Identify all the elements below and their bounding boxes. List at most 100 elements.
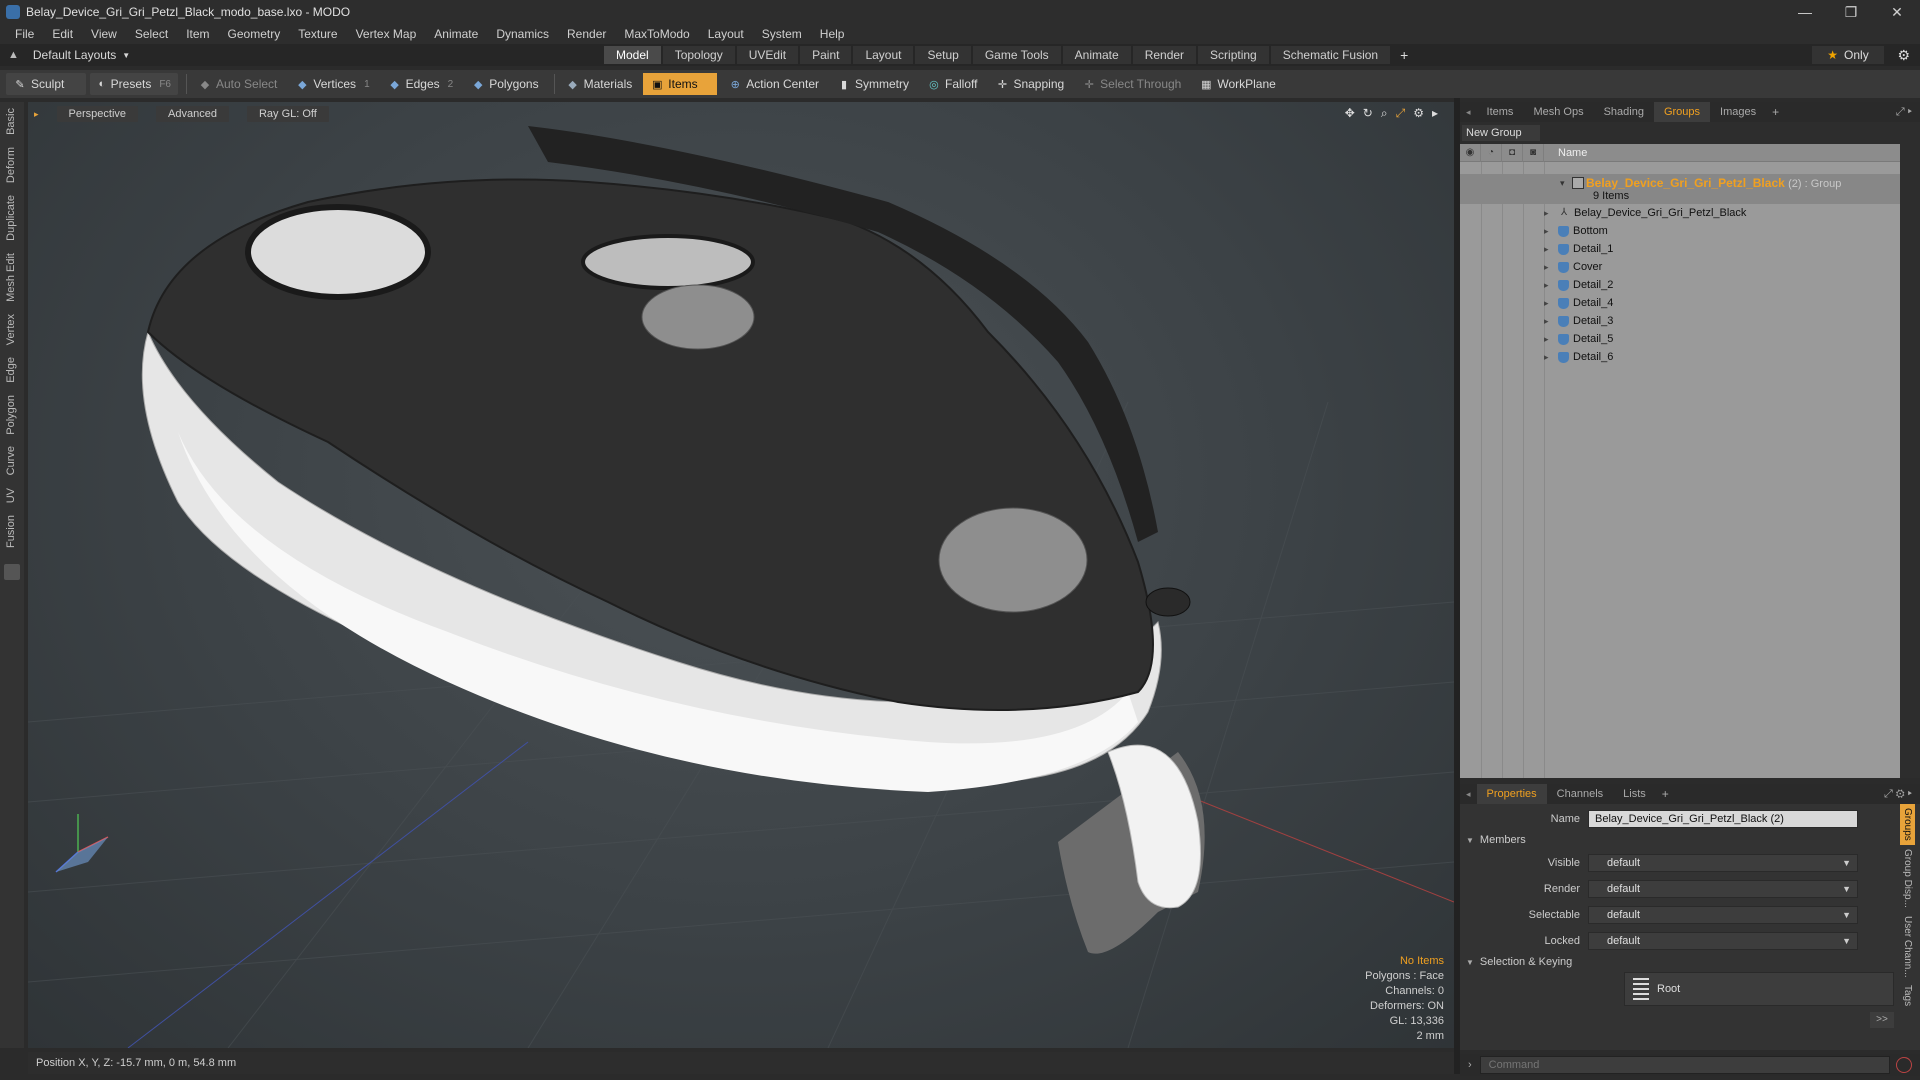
command-history-icon[interactable]: › [1460, 1059, 1480, 1071]
side-tab-group-display[interactable]: Group Disp... [1900, 845, 1915, 912]
snapping-button[interactable]: ✛ Snapping [988, 73, 1071, 95]
visible-select[interactable]: default ▼ [1588, 854, 1858, 872]
menu-item[interactable]: Item [177, 27, 218, 41]
tab-topology[interactable]: Topology [662, 46, 735, 64]
rotate-view-icon[interactable]: ↻ [1363, 106, 1373, 121]
list-item[interactable]: ▸ Detail_4 [1544, 294, 1613, 312]
list-item[interactable]: ▸ Detail_6 [1544, 348, 1613, 366]
group-row[interactable]: ▾ Belay_Device_Gri_Gri_Petzl_Black (2) :… [1460, 174, 1900, 204]
panel-menu-icon[interactable]: ◂ [1460, 789, 1477, 800]
add-tab-button[interactable]: + [1392, 46, 1416, 64]
only-button[interactable]: ★ Only [1812, 46, 1884, 64]
members-section[interactable]: ▼ Members [1466, 832, 1526, 848]
zoom-view-icon[interactable]: ⌕ [1381, 106, 1388, 121]
group-expander-icon[interactable]: ▾ [1560, 178, 1565, 189]
tab-model[interactable]: Model [604, 46, 661, 64]
menu-render[interactable]: Render [558, 27, 615, 41]
tab-paint[interactable]: Paint [800, 46, 852, 64]
viewport-gear-icon[interactable]: ⚙ [1413, 106, 1424, 121]
tab-basic[interactable]: Basic [0, 102, 22, 141]
expander-icon[interactable]: ▸ [1544, 280, 1554, 291]
gear-icon[interactable]: ⚙ [1897, 47, 1910, 64]
tab-channels[interactable]: Channels [1547, 784, 1613, 804]
command-stop-icon[interactable] [1895, 1057, 1912, 1073]
expander-icon[interactable]: ▸ [1544, 226, 1554, 237]
tab-mesh-edit[interactable]: Mesh Edit [0, 247, 22, 308]
tab-shading[interactable]: Shading [1594, 102, 1654, 122]
menu-texture[interactable]: Texture [289, 27, 346, 41]
tab-lists[interactable]: Lists [1613, 784, 1656, 804]
list-item[interactable]: ▸ Cover [1544, 258, 1602, 276]
lock-icon[interactable]: ◘ [1502, 143, 1523, 162]
polygons-button[interactable]: ◆ Polygons [464, 73, 545, 95]
list-item[interactable]: ▸ Detail_5 [1544, 330, 1613, 348]
add-panel-tab-button[interactable]: + [1656, 787, 1675, 801]
expander-icon[interactable]: ▸ [1544, 316, 1554, 327]
list-item[interactable]: ▸ ⅄ Belay_Device_Gri_Gri_Petzl_Black [1544, 204, 1746, 222]
expander-icon[interactable]: ▸ [1544, 244, 1554, 255]
list-item[interactable]: ▸ Detail_1 [1544, 240, 1613, 258]
sculpt-button[interactable]: ✎ Sculpt [6, 73, 86, 95]
tab-properties[interactable]: Properties [1476, 784, 1547, 804]
list-item[interactable]: ▸ Detail_3 [1544, 312, 1613, 330]
3d-viewport[interactable]: ▸ Perspective Advanced Ray GL: Off ✥ ↻ ⌕… [28, 102, 1454, 1048]
fit-view-icon[interactable]: ⤢ [1396, 106, 1406, 121]
tab-uvedit[interactable]: UVEdit [736, 46, 799, 64]
symmetry-button[interactable]: ▮ Symmetry [830, 73, 916, 95]
menu-animate[interactable]: Animate [425, 27, 487, 41]
tab-vertex[interactable]: Vertex [0, 308, 22, 351]
menu-system[interactable]: System [753, 27, 811, 41]
root-button[interactable]: Root [1624, 972, 1894, 1006]
auto-select-button[interactable]: ◆ Auto Select [191, 73, 284, 95]
menu-maxtomodo[interactable]: MaxToModo [615, 27, 698, 41]
restore-button[interactable]: ❐ [1828, 0, 1874, 24]
locked-select[interactable]: default ▼ [1588, 932, 1858, 950]
layout-select[interactable]: Default Layouts ▼ [27, 48, 136, 62]
raygl-toggle[interactable]: Ray GL: Off [246, 106, 329, 122]
expander-icon[interactable]: ▸ [1544, 262, 1554, 273]
expander-icon[interactable]: ▸ [1544, 298, 1554, 309]
tab-setup[interactable]: Setup [915, 46, 971, 64]
menu-dynamics[interactable]: Dynamics [487, 27, 558, 41]
tab-game-tools[interactable]: Game Tools [972, 46, 1061, 64]
tab-render[interactable]: Render [1132, 46, 1197, 64]
panel-toggle-button[interactable] [4, 564, 20, 581]
falloff-button[interactable]: ◎ Falloff [920, 73, 984, 95]
menu-help[interactable]: Help [811, 27, 854, 41]
menu-file[interactable]: File [6, 27, 43, 41]
tab-uv[interactable]: UV [0, 482, 22, 509]
more-button[interactable]: >> [1870, 1012, 1894, 1028]
panel-settings-icon[interactable]: ⤢ ⚙ ▸ [1884, 788, 1920, 801]
menu-view[interactable]: View [82, 27, 126, 41]
new-group-button[interactable]: New Group [1462, 125, 1540, 141]
expand-arrow-icon[interactable]: ▸ [1432, 106, 1438, 121]
tab-images[interactable]: Images [1710, 102, 1766, 122]
perspective-dropdown[interactable]: Perspective [56, 106, 139, 122]
tab-edge[interactable]: Edge [0, 351, 22, 389]
menu-edit[interactable]: Edit [43, 27, 82, 41]
action-center-button[interactable]: ⊕ Action Center [721, 73, 826, 95]
list-item[interactable]: ▸ Detail_2 [1544, 276, 1613, 294]
layout-toggle-icon[interactable]: ▲ [8, 49, 19, 61]
tab-polygon[interactable]: Polygon [0, 389, 22, 441]
command-input[interactable] [1479, 1056, 1890, 1074]
add-panel-tab-button[interactable]: + [1766, 105, 1785, 119]
tab-deform[interactable]: Deform [0, 141, 22, 189]
render-select[interactable]: default ▼ [1588, 880, 1858, 898]
tab-duplicate[interactable]: Duplicate [0, 189, 22, 247]
tab-groups[interactable]: Groups [1653, 102, 1711, 122]
materials-button[interactable]: ◆ Materials [559, 73, 640, 95]
menu-layout[interactable]: Layout [699, 27, 753, 41]
visibility-eye-icon[interactable]: ◉ [1460, 143, 1481, 162]
side-tab-tags[interactable]: Tags [1900, 981, 1915, 1010]
presets-button[interactable]: ◐ Presets F6 [90, 73, 178, 95]
menu-vertex-map[interactable]: Vertex Map [347, 27, 426, 41]
workplane-button[interactable]: ▦ WorkPlane [1192, 73, 1282, 95]
tab-mesh-ops[interactable]: Mesh Ops [1523, 102, 1593, 122]
menu-select[interactable]: Select [126, 27, 177, 41]
list-item[interactable]: ▸ Bottom [1544, 222, 1608, 240]
tab-animate[interactable]: Animate [1062, 46, 1131, 64]
side-tab-user-channels[interactable]: User Chann... [1900, 912, 1915, 982]
vertices-button[interactable]: ◆ Vertices 1 [288, 73, 376, 95]
move-view-icon[interactable]: ✥ [1345, 106, 1355, 121]
